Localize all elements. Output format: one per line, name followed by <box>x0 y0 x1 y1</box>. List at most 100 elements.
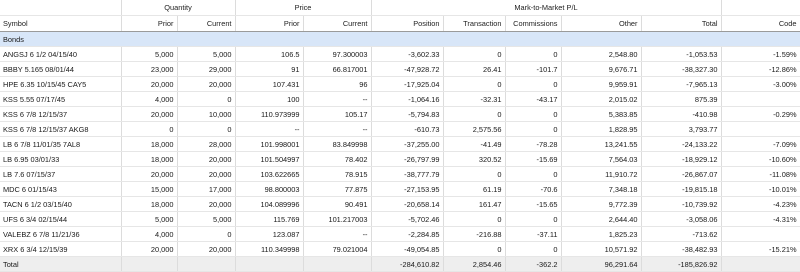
cell-quantity-current: 0 <box>177 226 236 242</box>
header-other: Other <box>561 15 642 32</box>
table-row[interactable]: HPE 6.35 10/15/45 CAY5 20,000 20,000 107.43… <box>0 76 800 92</box>
cell-position: -37,255.00 <box>371 136 444 152</box>
cell-total: -3,058.06 <box>641 211 722 227</box>
cell-transaction: 0 <box>443 241 506 257</box>
cell-transaction: 61.19 <box>443 181 506 197</box>
cell-total: -1,053.53 <box>641 46 722 62</box>
cell-price-prior: 110.349998 <box>235 241 304 257</box>
group-spacer-end <box>721 0 800 16</box>
cell-total: 3,793.77 <box>641 121 722 137</box>
cell-code: -0.29% <box>721 106 800 122</box>
cell-price-prior: -- <box>235 121 304 137</box>
cell-price-current: 105.17 <box>303 106 372 122</box>
cell-commissions: 0 <box>505 211 562 227</box>
cell-symbol: LB 7.6 07/15/37 <box>0 166 122 182</box>
cell-price-prior: 100 <box>235 91 304 107</box>
cell-position: -38,777.79 <box>371 166 444 182</box>
table-row[interactable]: MDC 6 01/15/43 15,000 17,000 98.800003 77.87… <box>0 181 800 197</box>
cell-quantity-current: 5,000 <box>177 211 236 227</box>
cell-price-current: -- <box>303 121 372 137</box>
cell-total: -10,739.92 <box>641 196 722 212</box>
table-row[interactable]: LB 7.6 07/15/37 20,000 20,000 103.622665 78.… <box>0 166 800 182</box>
header-total: Total <box>641 15 722 32</box>
table-row[interactable]: BBBY 5.165 08/01/44 23,000 29,000 91 66.8170… <box>0 61 800 77</box>
cell-price-current: 66.817001 <box>303 61 372 77</box>
group-mark-to-market: Mark-to-Market P/L <box>371 0 722 16</box>
cell-quantity-current: 10,000 <box>177 106 236 122</box>
total-row: Total -284,610.82 2,854.46 -362.2 96,291… <box>0 256 800 272</box>
cell-position: -26,797.99 <box>371 151 444 167</box>
cell-price-current: 78.915 <box>303 166 372 182</box>
section-row-bonds: Bonds <box>0 31 800 47</box>
cell-total: -38,482.93 <box>641 241 722 257</box>
cell-other: 9,772.39 <box>561 196 642 212</box>
cell-total: -713.62 <box>641 226 722 242</box>
cell-price-prior: 103.622665 <box>235 166 304 182</box>
cell-total: -7,965.13 <box>641 76 722 92</box>
total-label: Total <box>0 256 122 272</box>
table-row[interactable]: LB 6.95 03/01/33 18,000 20,000 101.504997 78… <box>0 151 800 167</box>
cell-transaction: -216.88 <box>443 226 506 242</box>
header-code: Code <box>721 15 800 32</box>
cell-commissions: -15.65 <box>505 196 562 212</box>
table-row[interactable]: KSS 6 7/8 12/15/37 20,000 10,000 110.973999… <box>0 106 800 122</box>
cell-position: -5,702.46 <box>371 211 444 227</box>
cell-other: 9,676.71 <box>561 61 642 77</box>
cell-price-current: 101.217003 <box>303 211 372 227</box>
cell-total: -38,327.30 <box>641 61 722 77</box>
table-row[interactable]: ANGSJ 6 1/2 04/15/40 5,000 5,000 106.5 97.30… <box>0 46 800 62</box>
cell-quantity-prior: 23,000 <box>121 61 178 77</box>
cell-quantity-current: 20,000 <box>177 151 236 167</box>
cell-transaction: 2,575.56 <box>443 121 506 137</box>
cell-position: -27,153.95 <box>371 181 444 197</box>
cell-code: -10.01% <box>721 181 800 197</box>
table-row[interactable]: LB 6 7/8 11/01/35 7AL8 18,000 28,000 101.99… <box>0 136 800 152</box>
cell-code <box>721 121 800 137</box>
cell-price-current: -- <box>303 91 372 107</box>
table-row[interactable]: XRX 6 3/4 12/15/39 20,000 20,000 110.349998… <box>0 241 800 257</box>
cell-code: -1.59% <box>721 46 800 62</box>
cell-position: -20,658.14 <box>371 196 444 212</box>
cell-position: -49,054.85 <box>371 241 444 257</box>
table-row[interactable]: KSS 5.55 07/17/45 4,000 0 100 -- -1,064.16 -32… <box>0 91 800 107</box>
cell-quantity-prior: 20,000 <box>121 241 178 257</box>
cell-quantity-current: 0 <box>177 91 236 107</box>
table-row[interactable]: KSS 6 7/8 12/15/37 AKG8 0 0 -- -- -610.73 2,57… <box>0 121 800 137</box>
cell-quantity-prior: 5,000 <box>121 211 178 227</box>
cell-commissions: 0 <box>505 166 562 182</box>
cell-quantity-current: 0 <box>177 121 236 137</box>
cell-other: 9,959.91 <box>561 76 642 92</box>
cell-price-prior: 91 <box>235 61 304 77</box>
cell-commissions: -43.17 <box>505 91 562 107</box>
header-position: Position <box>371 15 444 32</box>
cell-position: -5,794.83 <box>371 106 444 122</box>
cell-quantity-current: 20,000 <box>177 196 236 212</box>
table-row[interactable]: UFS 6 3/4 02/15/44 5,000 5,000 115.769 101.2… <box>0 211 800 227</box>
cell-total: -410.98 <box>641 106 722 122</box>
cell-code: -11.08% <box>721 166 800 182</box>
cell-quantity-prior: 4,000 <box>121 91 178 107</box>
cell-quantity-prior: 18,000 <box>121 151 178 167</box>
cell-price-current: 90.491 <box>303 196 372 212</box>
cell-commissions: -15.69 <box>505 151 562 167</box>
table-row[interactable]: VALEBZ 6 7/8 11/21/36 4,000 0 123.087 -- -2,2… <box>0 226 800 242</box>
table-row[interactable]: TACN 6 1/2 03/15/40 18,000 20,000 104.08999… <box>0 196 800 212</box>
column-header-row: Symbol Prior Current Prior Current Posit… <box>0 15 800 32</box>
cell-price-current: 78.402 <box>303 151 372 167</box>
cell-quantity-prior: 18,000 <box>121 196 178 212</box>
cell-quantity-prior: 20,000 <box>121 76 178 92</box>
group-spacer <box>0 0 122 16</box>
cell-symbol: KSS 6 7/8 12/15/37 <box>0 106 122 122</box>
cell-code: -7.09% <box>721 136 800 152</box>
cell-price-prior: 107.431 <box>235 76 304 92</box>
cell-symbol: BBBY 5.165 08/01/44 <box>0 61 122 77</box>
total-position: -284,610.82 <box>371 256 444 272</box>
cell-symbol: KSS 5.55 07/17/45 <box>0 91 122 107</box>
cell-transaction: 0 <box>443 46 506 62</box>
group-quantity: Quantity <box>121 0 236 16</box>
cell-symbol: ANGSJ 6 1/2 04/15/40 <box>0 46 122 62</box>
column-group-row: Quantity Price Mark-to-Market P/L <box>0 0 800 16</box>
cell-position: -2,284.85 <box>371 226 444 242</box>
cell-commissions: 0 <box>505 106 562 122</box>
cell-transaction: 0 <box>443 76 506 92</box>
